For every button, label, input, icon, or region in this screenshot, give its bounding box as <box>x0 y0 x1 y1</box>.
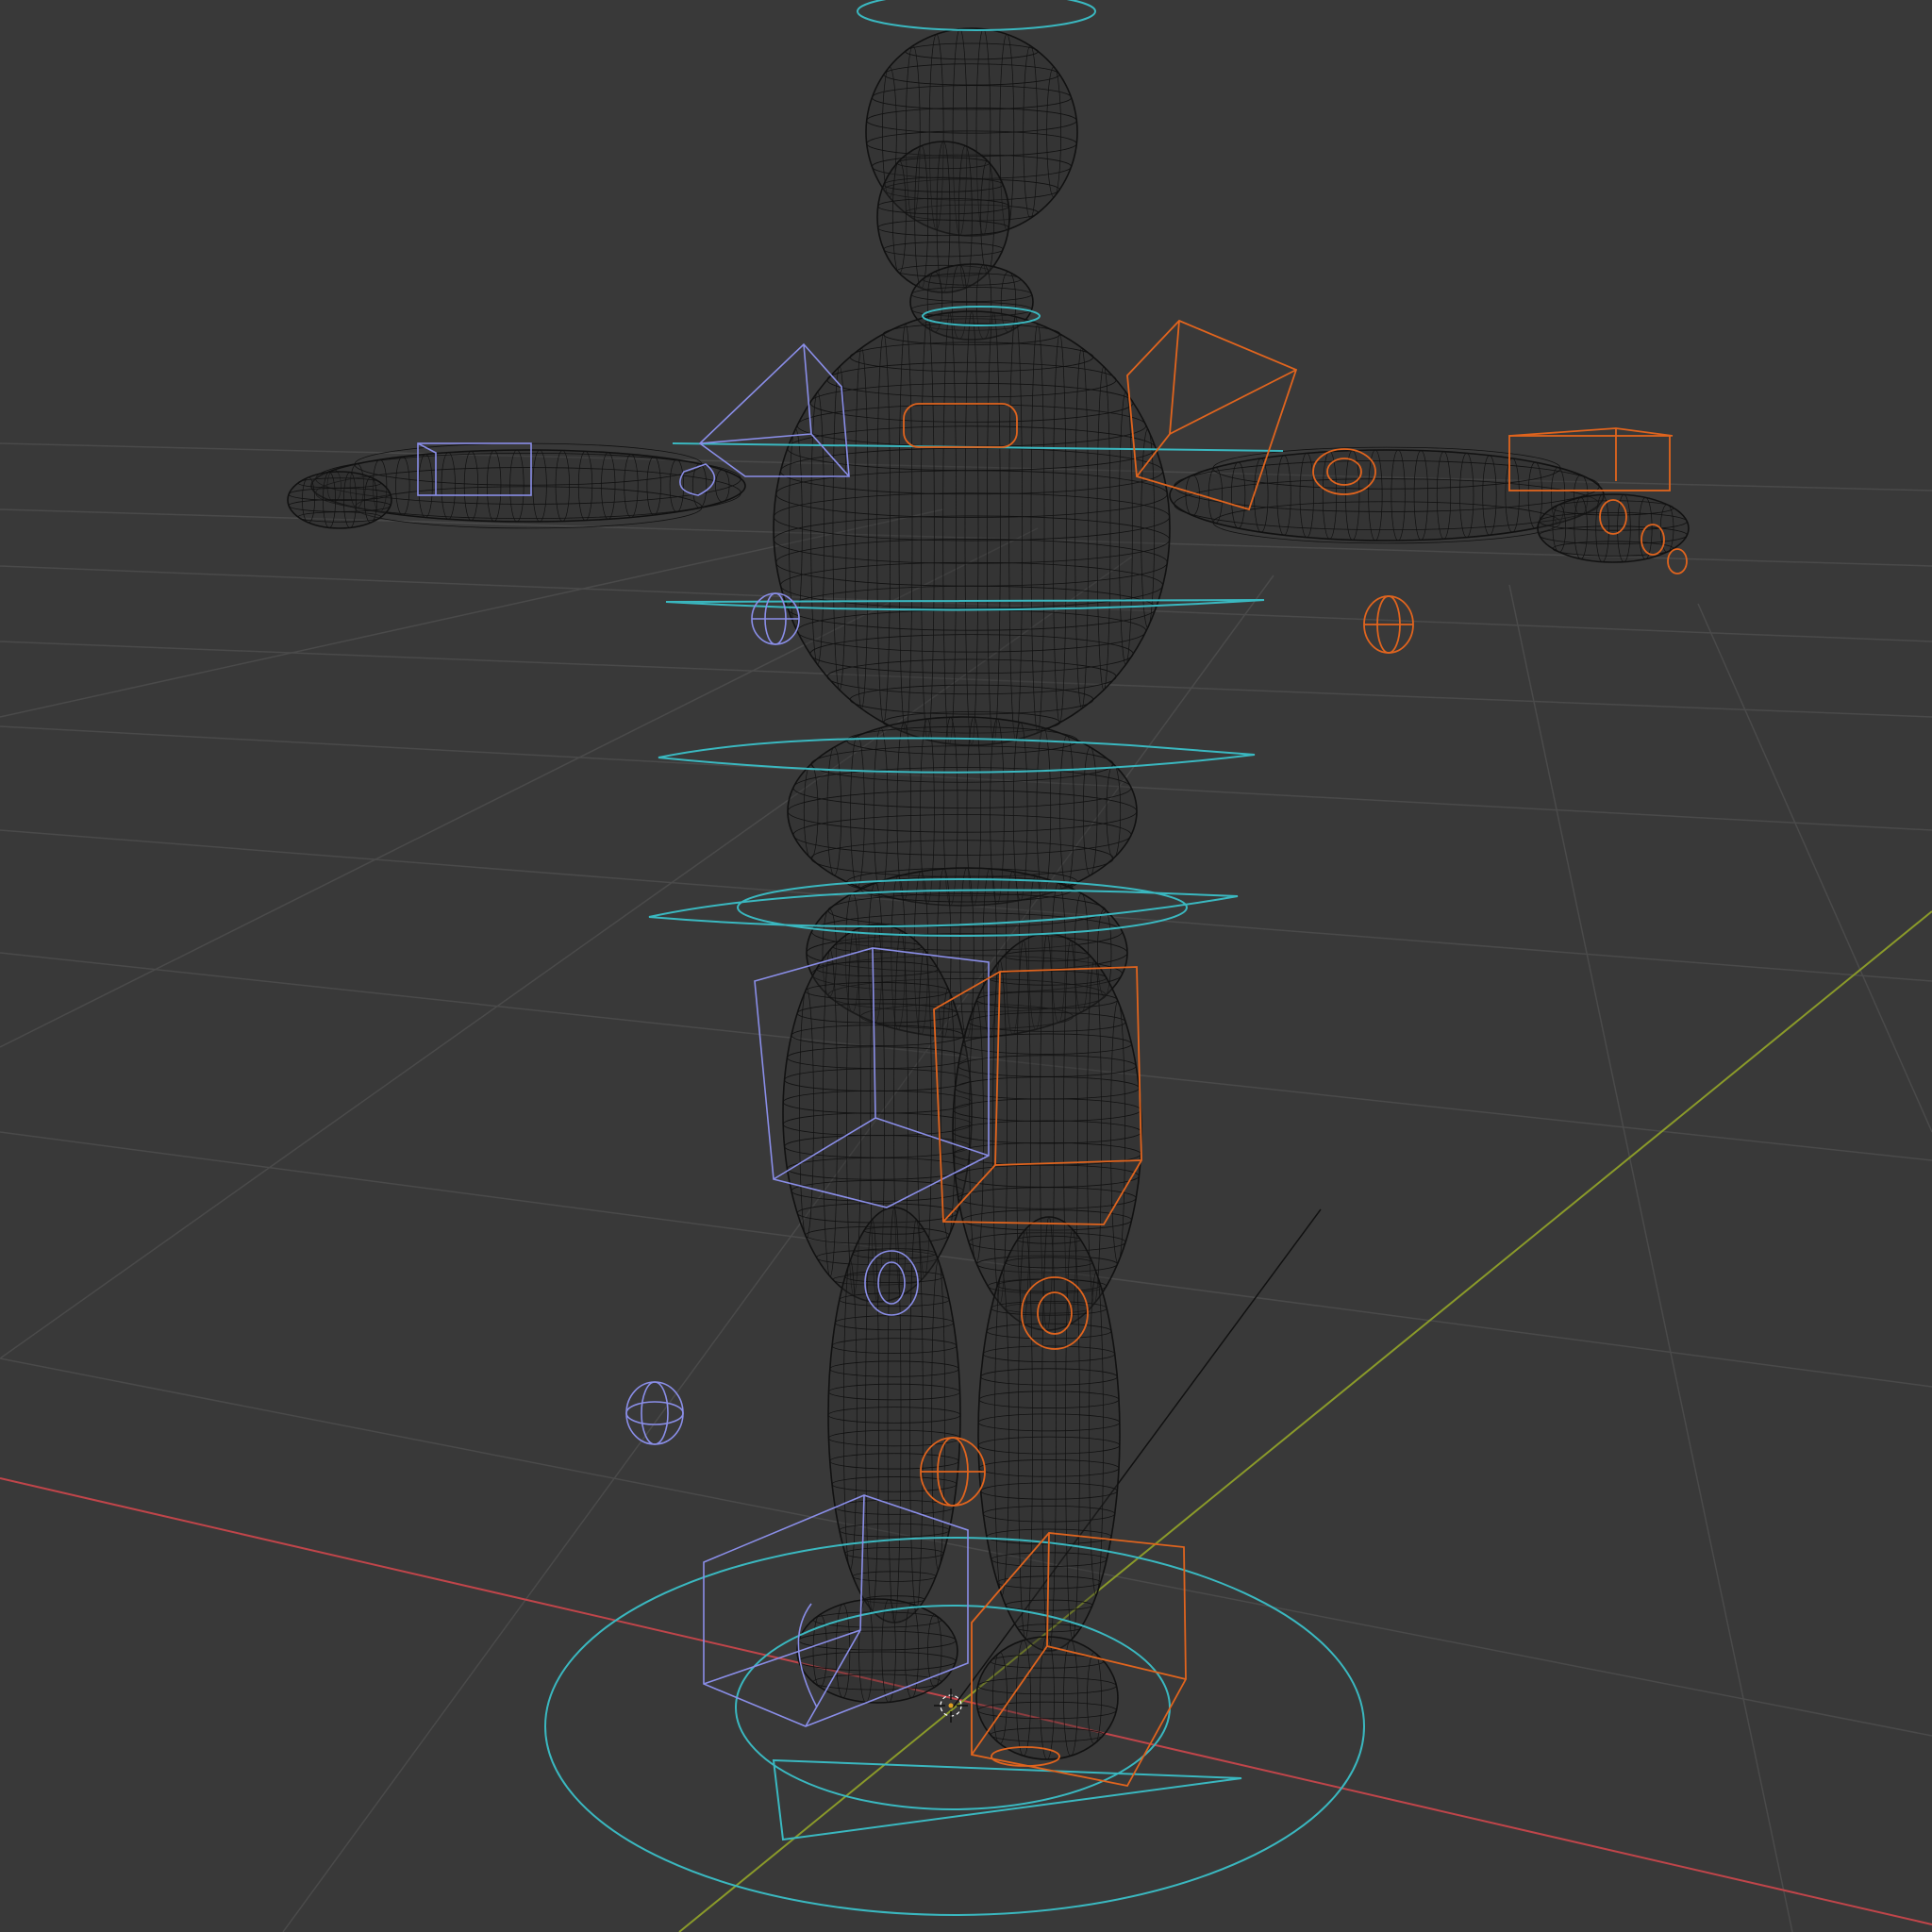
mesh-foot-r <box>975 1636 1119 1760</box>
mesh-foot-l <box>796 1598 958 1704</box>
3d-viewport[interactable] <box>0 0 1932 1932</box>
mesh-hand-l <box>287 471 392 529</box>
mesh-shin-l <box>827 1207 961 1624</box>
mesh-shin-r <box>977 1216 1121 1652</box>
mesh-hand-r <box>1537 493 1690 563</box>
viewport-canvas[interactable] <box>0 0 1932 1932</box>
